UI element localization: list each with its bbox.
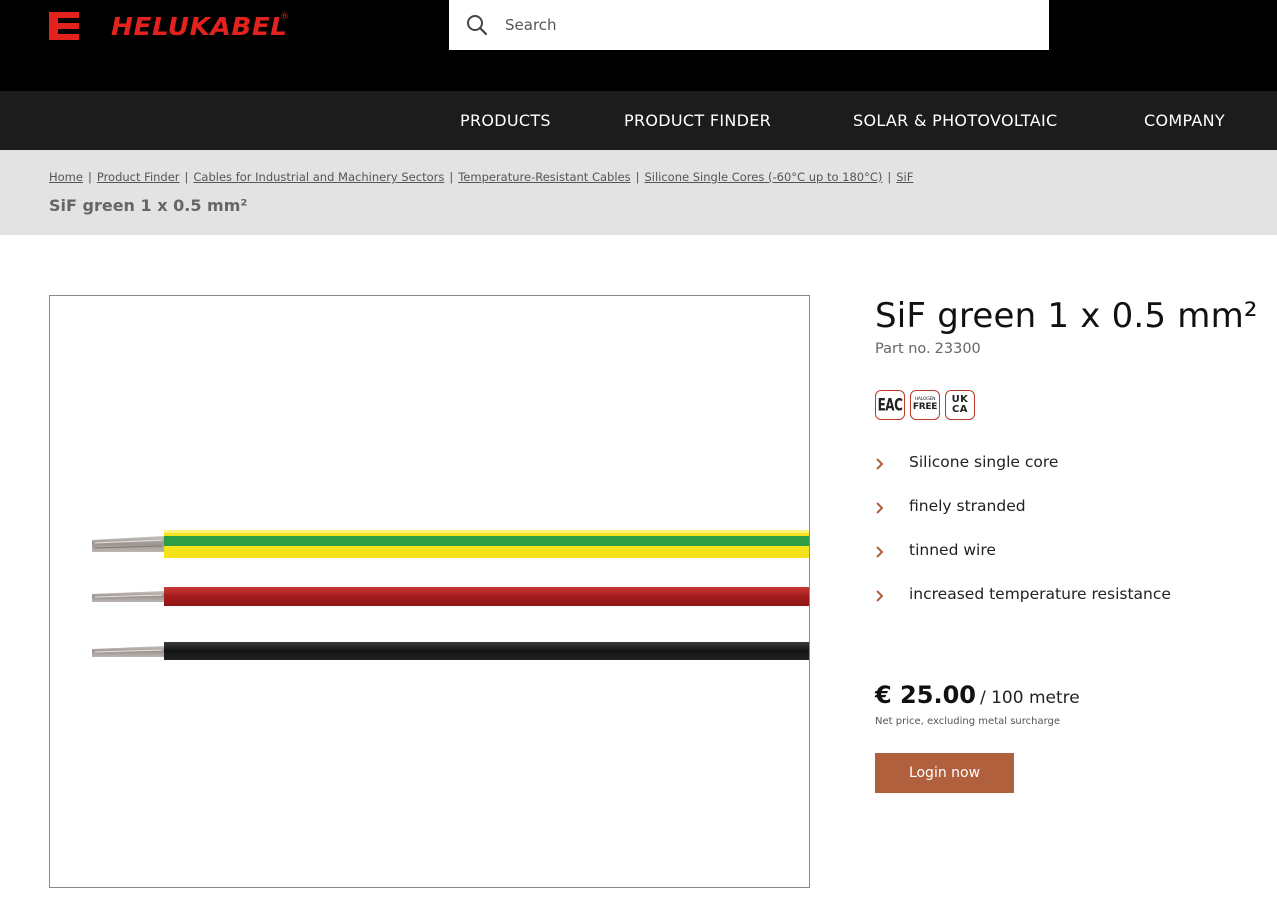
black-wire [92, 642, 809, 660]
feature-item: finely stranded [875, 497, 1171, 541]
price-amount: € 25.00 [875, 681, 976, 709]
search-input[interactable] [505, 16, 1025, 34]
brand-logo[interactable]: HELUKABEL ® [49, 9, 339, 43]
login-button[interactable]: Login now [875, 753, 1014, 793]
chevron-right-icon [876, 458, 884, 470]
breadcrumb-separator: | [449, 170, 454, 184]
feature-text: Silicone single core [909, 453, 1059, 471]
breadcrumb: Home | Product Finder | Cables for Industria… [49, 170, 913, 184]
main-navigation: PRODUCTS PRODUCT FINDER SOLAR & PHOTOVOL… [0, 91, 1277, 150]
breadcrumb-product-finder[interactable]: Product Finder [97, 170, 180, 184]
breadcrumb-bar: Home | Product Finder | Cables for Industria… [0, 150, 1277, 235]
chevron-right-icon [876, 590, 884, 602]
search-icon[interactable] [465, 13, 489, 37]
nav-item-product-finder[interactable]: PRODUCT FINDER [624, 91, 771, 150]
halogen-free-icon: HALOGEN FREE [910, 390, 940, 420]
nav-item-products[interactable]: PRODUCTS [460, 91, 551, 150]
search-box [449, 0, 1049, 50]
feature-item: Silicone single core [875, 453, 1171, 497]
price: € 25.00/ 100 metre [875, 681, 1080, 709]
price-unit: / 100 metre [979, 688, 1080, 708]
feature-item: tinned wire [875, 541, 1171, 585]
breadcrumb-industrial-machinery[interactable]: Cables for Industrial and Machinery Sect… [193, 170, 444, 184]
product-image-gallery[interactable] [49, 295, 810, 888]
top-header: HELUKABEL ® [0, 0, 1277, 91]
feature-item: increased temperature resistance [875, 585, 1171, 629]
chevron-right-icon [876, 546, 884, 558]
chevron-right-icon [876, 502, 884, 514]
breadcrumb-separator: | [887, 170, 892, 184]
nav-item-company[interactable]: COMPANY [1144, 91, 1225, 150]
ukca-icon: UK CA [945, 390, 975, 420]
breadcrumb-temperature-resistant[interactable]: Temperature-Resistant Cables [458, 170, 630, 184]
green-yellow-wire [92, 530, 809, 558]
certification-badges: EAC HALOGEN FREE UK CA [875, 390, 975, 420]
part-number-label: Part no. [875, 341, 931, 357]
feature-text: finely stranded [909, 497, 1026, 515]
ukca-icon-bottom: CA [951, 404, 969, 415]
breadcrumb-sif[interactable]: SiF [896, 170, 913, 184]
part-number-value: 23300 [934, 341, 981, 357]
brand-name: HELUKABEL [111, 11, 288, 41]
breadcrumb-current-page: SiF green 1 x 0.5 mm² [49, 196, 248, 215]
breadcrumb-separator: | [87, 170, 92, 184]
part-number: Part no. 23300 [875, 341, 981, 357]
product-title: SiF green 1 x 0.5 mm² [875, 296, 1258, 336]
breadcrumb-home[interactable]: Home [49, 170, 83, 184]
red-wire [92, 587, 809, 606]
product-image [92, 530, 809, 660]
feature-text: increased temperature resistance [909, 585, 1171, 603]
price-note: Net price, excluding metal surcharge [875, 716, 1061, 727]
nav-item-solar-photovoltaic[interactable]: SOLAR & PHOTOVOLTAIC [853, 91, 1057, 150]
eac-icon: EAC [875, 390, 905, 420]
brand-registered-mark: ® [280, 12, 290, 22]
halogen-free-icon-bottom: FREE [912, 401, 938, 412]
breadcrumb-silicone-single-cores[interactable]: Silicone Single Cores (-60°C up to 180°C… [644, 170, 882, 184]
brand-mark-icon [49, 12, 79, 40]
eac-icon-text: EAC [877, 395, 903, 415]
breadcrumb-separator: | [184, 170, 189, 184]
breadcrumb-separator: | [635, 170, 640, 184]
feature-text: tinned wire [909, 541, 996, 559]
feature-list: Silicone single core finely stranded tin… [875, 453, 1171, 629]
